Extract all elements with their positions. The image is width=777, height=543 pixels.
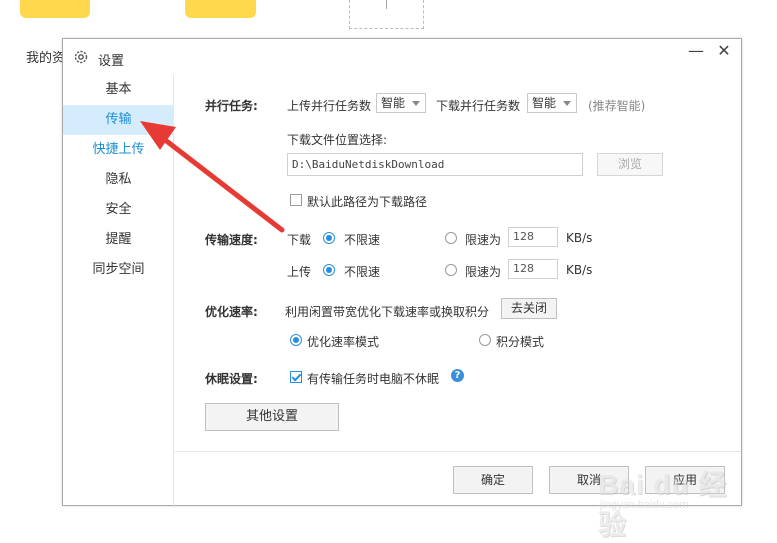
annotation-arrow — [140, 121, 285, 233]
